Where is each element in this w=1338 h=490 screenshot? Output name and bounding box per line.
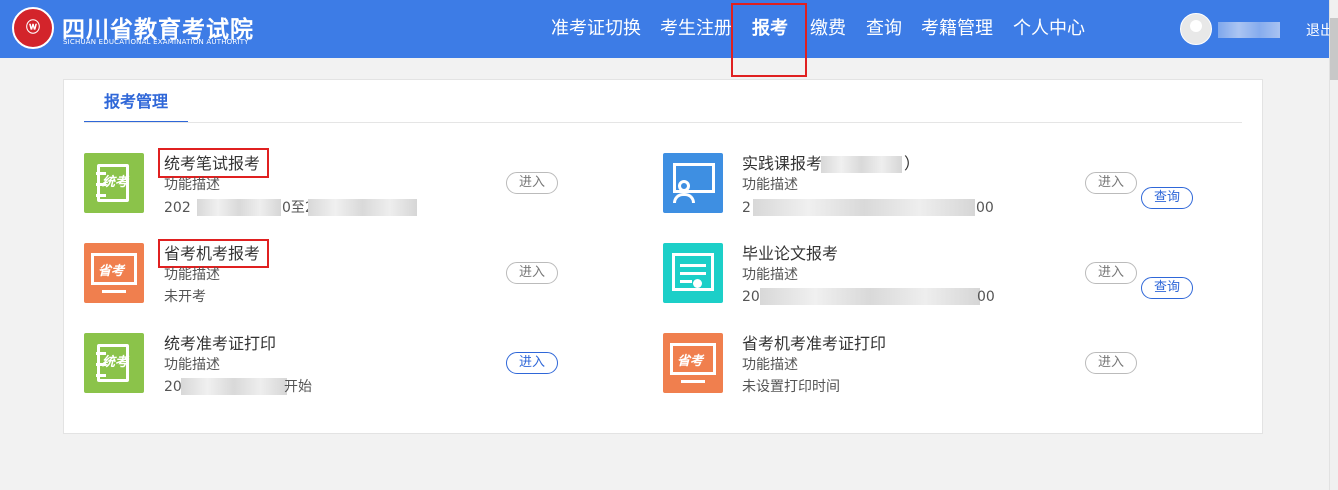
nav-admission-switch[interactable]: 准考证切换 bbox=[551, 0, 641, 58]
blurred-time-segment bbox=[197, 199, 281, 216]
enter-button[interactable]: 进入 bbox=[506, 262, 558, 284]
blurred-time-segment bbox=[181, 378, 287, 395]
user-avatar-icon[interactable] bbox=[1180, 13, 1212, 45]
enter-button[interactable]: 进入 bbox=[1085, 172, 1137, 194]
blurred-time-segment bbox=[753, 199, 975, 216]
nav-payment[interactable]: 缴费 bbox=[810, 0, 846, 58]
tab-divider bbox=[84, 122, 1242, 123]
card-time-start: 202 bbox=[164, 200, 191, 216]
provincial-computer-exam-monitor-icon: 省考 bbox=[84, 243, 144, 303]
blurred-title-segment bbox=[821, 156, 902, 173]
card-status: 未设置打印时间 bbox=[742, 379, 840, 395]
title-highlight-box bbox=[158, 148, 269, 178]
card-description: 功能描述 bbox=[742, 267, 798, 283]
card-description: 功能描述 bbox=[164, 267, 220, 283]
admission-card-pad-icon: 统考 bbox=[84, 333, 144, 393]
card-time-start: 20 bbox=[742, 289, 760, 305]
card-description: 功能描述 bbox=[164, 177, 220, 193]
card-status: 未开考 bbox=[164, 289, 206, 305]
title-highlight-box bbox=[158, 239, 269, 268]
computer-admission-card-monitor-icon: 省考 bbox=[663, 333, 723, 393]
card-description: 功能描述 bbox=[164, 357, 220, 373]
nav-register[interactable]: 考生注册 bbox=[660, 0, 732, 58]
card-description: 功能描述 bbox=[742, 357, 798, 373]
enter-button[interactable]: 进入 bbox=[506, 172, 558, 194]
blurred-username[interactable] bbox=[1218, 22, 1280, 38]
practice-course-exam-title: 实践课报考 bbox=[742, 154, 823, 173]
exam-authority-logo-icon: ⓦ bbox=[12, 7, 54, 49]
tab-exam-management[interactable]: 报考管理 bbox=[84, 91, 188, 123]
card-time-end: 00 bbox=[976, 200, 994, 216]
card-time-end: 00 bbox=[977, 289, 995, 305]
top-navigation-bar: ⓦ 四川省教育考试院 SICHUAN EDUCATIONAL EXAMINATI… bbox=[0, 0, 1338, 58]
nav-records[interactable]: 考籍管理 bbox=[921, 0, 993, 58]
practice-course-teacher-icon bbox=[663, 153, 723, 213]
enter-button[interactable]: 进入 bbox=[506, 352, 558, 374]
card-description: 功能描述 bbox=[742, 177, 798, 193]
enter-button[interactable]: 进入 bbox=[1085, 262, 1137, 284]
query-button[interactable]: 查询 bbox=[1141, 277, 1193, 299]
blurred-time-segment bbox=[308, 199, 417, 216]
nav-apply-exam-highlight-box bbox=[731, 3, 807, 77]
thesis-certificate-icon bbox=[663, 243, 723, 303]
card-time-start: 20 bbox=[164, 379, 182, 395]
nav-personal-center[interactable]: 个人中心 bbox=[1013, 0, 1085, 58]
query-button[interactable]: 查询 bbox=[1141, 187, 1193, 209]
thesis-exam-title: 毕业论文报考 bbox=[742, 244, 839, 263]
nav-query[interactable]: 查询 bbox=[866, 0, 902, 58]
enter-button[interactable]: 进入 bbox=[1085, 352, 1137, 374]
unified-admission-card-print-title: 统考准考证打印 bbox=[164, 334, 277, 353]
practice-course-title-suffix: ） bbox=[904, 154, 921, 173]
site-subtitle: SICHUAN EDUCATIONAL EXAMINATION AUTHORIT… bbox=[63, 38, 249, 46]
computer-admission-card-print-title: 省考机考准考证打印 bbox=[742, 334, 887, 353]
blurred-time-segment bbox=[760, 288, 980, 305]
card-time-end: 开始 bbox=[284, 379, 312, 395]
card-time-start: 2 bbox=[742, 200, 751, 216]
scrollbar-thumb[interactable] bbox=[1330, 18, 1338, 80]
unified-exam-pad-icon: 统考 bbox=[84, 153, 144, 213]
